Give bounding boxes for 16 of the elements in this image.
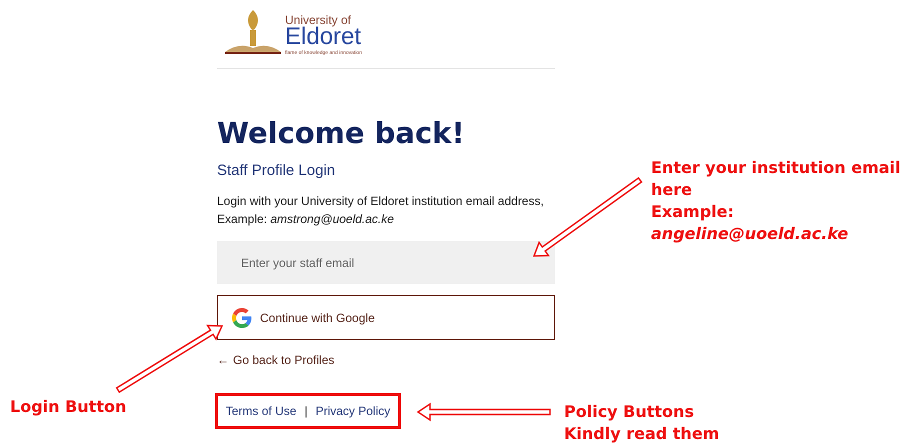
university-name: University of	[285, 14, 352, 26]
login-subtitle: Staff Profile Login	[217, 162, 336, 179]
annotation-note: Login Button	[10, 396, 126, 418]
google-icon	[232, 308, 252, 328]
welcome-heading: Welcome back!	[217, 116, 466, 150]
link-separator: |	[304, 404, 308, 418]
footer-link[interactable]: Terms of Use	[226, 404, 296, 418]
annotation-note: Policy Buttons Kindly read them	[564, 401, 720, 445]
login-instructions: Login with your University of Eldoret institution email address, Example: amstrong@uoeld.ac.ke	[217, 193, 545, 228]
google-login-button[interactable]: Continue with Google	[217, 295, 555, 340]
university-name-large: Eldoret	[285, 25, 362, 49]
footer-link[interactable]: Privacy Policy	[316, 404, 390, 418]
back-link[interactable]: ← Go back to Profiles	[217, 353, 334, 367]
annotation-note: Enter your institution email here Example: angeline@uoeld.ac.ke	[651, 157, 900, 245]
torch-book-logo-icon	[223, 8, 283, 56]
email-field[interactable]: Enter your staff email	[217, 241, 555, 284]
